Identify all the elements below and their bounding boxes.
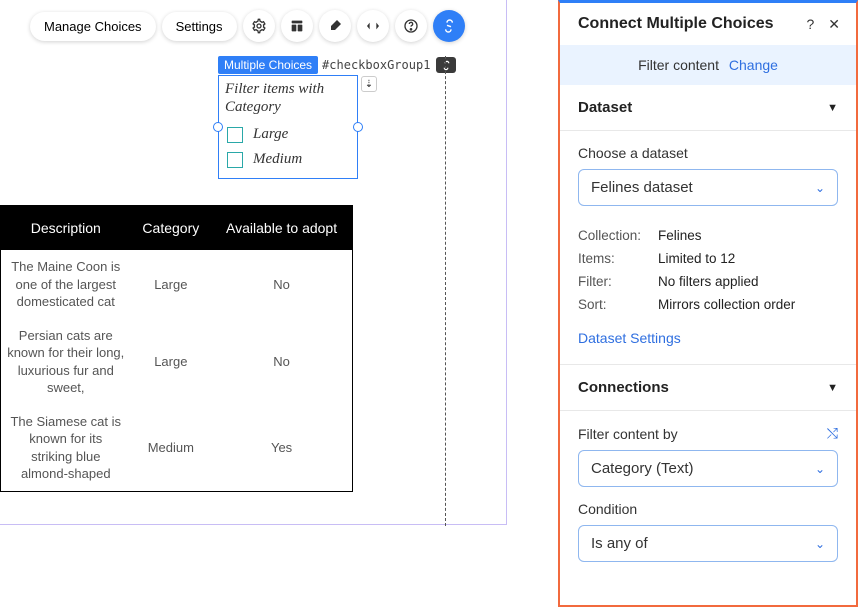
filter-banner: Filter content Change [560,45,856,85]
table-cell: Yes [211,405,352,492]
toolbar: Manage Choices Settings [30,10,465,42]
gear-icon[interactable] [243,10,275,42]
info-key: Collection: [578,228,658,243]
settings-button[interactable]: Settings [162,12,237,41]
checkbox-label: Medium [253,151,302,168]
info-value: Mirrors collection order [658,297,795,312]
table-cell: Persian cats are known for their long, l… [1,319,131,405]
data-table: Description Category Available to adopt … [0,205,353,492]
choose-dataset-label: Choose a dataset [578,145,838,161]
banner-text: Filter content [638,57,719,73]
panel-title: Connect Multiple Choices [578,15,774,33]
checkbox-icon[interactable] [227,152,243,168]
table-row: The Siamese cat is known for its strikin… [1,405,353,492]
table-header: Available to adopt [211,206,352,251]
connections-section-body: Filter content by ⤭ Category (Text) ⌄ Co… [560,411,856,580]
chevron-down-icon: ▼ [827,102,838,114]
dataset-select[interactable]: Felines dataset ⌄ [578,169,838,206]
connect-panel: Connect Multiple Choices ? ✕ Filter cont… [558,0,858,607]
dataset-settings-link[interactable]: Dataset Settings [578,330,681,346]
table-cell: The Maine Coon is one of the largest dom… [1,250,131,319]
filter-by-select[interactable]: Category (Text) ⌄ [578,450,838,487]
stretch-icon[interactable] [357,10,389,42]
table-row: Persian cats are known for their long, l… [1,319,353,405]
panel-help-icon[interactable]: ? [806,16,814,32]
checkbox-option[interactable]: Medium [219,147,357,172]
data-link-icon[interactable] [436,57,456,73]
condition-select[interactable]: Is any of ⌄ [578,525,838,562]
chevron-down-icon: ▼ [827,382,838,394]
manage-choices-button[interactable]: Manage Choices [30,12,156,41]
connect-data-icon[interactable] [433,10,465,42]
section-title: Connections [578,379,669,396]
table-row: The Maine Coon is one of the largest dom… [1,250,353,319]
widget-type-tag: Multiple Choices [218,56,318,74]
filter-by-value: Category (Text) [591,460,694,477]
chevron-down-icon: ⌄ [815,462,825,476]
table-header: Description [1,206,131,251]
layout-icon[interactable] [281,10,313,42]
info-value: No filters applied [658,274,759,289]
dataset-select-value: Felines dataset [591,179,693,196]
dataset-section-header[interactable]: Dataset ▼ [560,85,856,131]
brush-icon[interactable] [319,10,351,42]
condition-value: Is any of [591,535,648,552]
table-cell: The Siamese cat is known for its strikin… [1,405,131,492]
close-icon[interactable]: ✕ [828,16,840,33]
guide-line [445,56,446,526]
attach-icon[interactable]: ⇣ [361,76,377,92]
table-cell: No [211,250,352,319]
change-link[interactable]: Change [729,57,778,73]
table-cell: No [211,319,352,405]
dataset-section-body: Choose a dataset Felines dataset ⌄ Colle… [560,131,856,365]
table-header: Category [131,206,212,251]
resize-handle-right[interactable] [353,122,363,132]
info-key: Sort: [578,297,658,312]
widget-id-label: #checkboxGroup1 [322,58,430,72]
table-cell: Large [131,319,212,405]
info-key: Filter: [578,274,658,289]
section-title: Dataset [578,99,632,116]
resize-handle-left[interactable] [213,122,223,132]
table-cell: Medium [131,405,212,492]
condition-label: Condition [578,501,838,517]
checkbox-option[interactable]: Large [219,122,357,147]
checkbox-label: Large [253,126,288,143]
table-cell: Large [131,250,212,319]
checkbox-group-widget[interactable]: Multiple Choices #checkboxGroup1 ⇣ Filte… [218,56,456,179]
widget-title: Filter items with Category [219,76,357,122]
connections-section-header[interactable]: Connections ▼ [560,365,856,411]
chevron-down-icon: ⌄ [815,181,825,195]
help-icon[interactable] [395,10,427,42]
filter-by-label: Filter content by [578,426,678,442]
reset-icon[interactable]: ⤭ [827,425,838,442]
checkbox-icon[interactable] [227,127,243,143]
info-value: Felines [658,228,702,243]
info-key: Items: [578,251,658,266]
info-value: Limited to 12 [658,251,735,266]
chevron-down-icon: ⌄ [815,537,825,551]
